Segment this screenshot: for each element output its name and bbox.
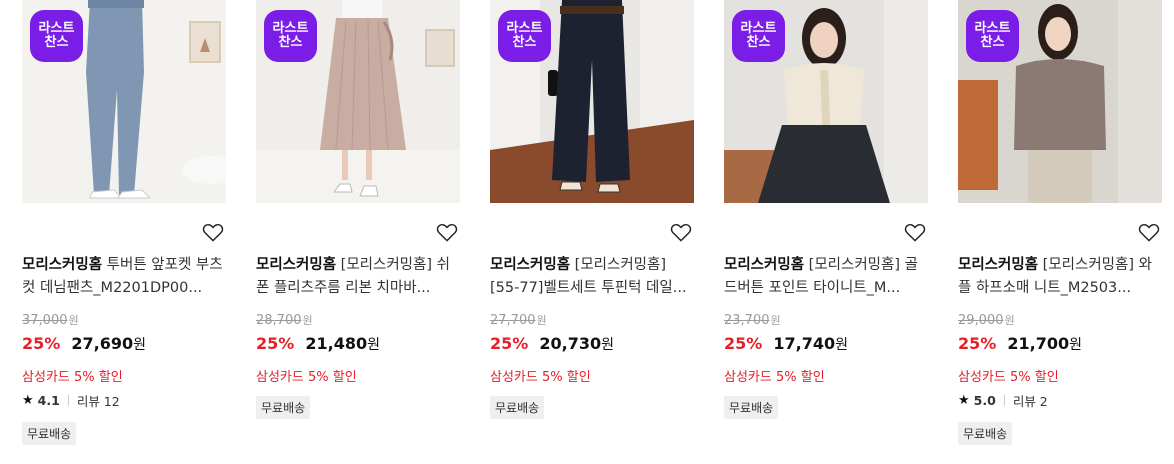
sale-price-row: 25% 27,690원 <box>22 334 146 354</box>
rating-row: ★ 4.1 리뷰 12 <box>22 391 120 410</box>
original-price: 28,700원 <box>256 312 313 328</box>
product-card[interactable]: 라스트 찬스 모리스커밍홈 [모리스커밍홈] 와플 하프소매 니트_M2503.… <box>958 0 1162 445</box>
product-thumbnail[interactable]: 라스트 찬스 <box>256 0 460 203</box>
product-title[interactable]: 모리스커밍홈 [모리스커밍홈] [55-77]벨트세트 투핀턱 데일... <box>490 254 694 300</box>
brand-name: 모리스커밍홈 <box>724 257 805 273</box>
product-title[interactable]: 모리스커밍홈 [모리스커밍홈] 와플 하프소매 니트_M2503... <box>958 254 1162 300</box>
won-unit: 원 <box>835 337 849 353</box>
product-thumbnail[interactable]: 라스트 찬스 <box>490 0 694 203</box>
original-price-value: 23,700 <box>724 313 770 328</box>
discount-rate: 25% <box>958 334 997 353</box>
rating-score: 4.1 <box>37 393 60 408</box>
product-thumbnail[interactable]: 라스트 찬스 <box>22 0 226 203</box>
sale-price-row: 25% 20,730원 <box>490 334 614 354</box>
last-chance-badge: 라스트 찬스 <box>264 10 317 62</box>
original-price-value: 28,700 <box>256 313 302 328</box>
sale-price-row: 25% 17,740원 <box>724 334 848 354</box>
brand-name: 모리스커밍홈 <box>958 257 1039 273</box>
original-price: 37,000원 <box>22 312 79 328</box>
product-card[interactable]: 라스트 찬스 모리스커밍홈 투버튼 앞포켓 부츠컷 데님팬츠_M2201DP00… <box>22 0 226 445</box>
last-chance-badge: 라스트 찬스 <box>498 10 551 62</box>
won-unit: 원 <box>133 337 147 353</box>
card-discount-text: 삼성카드 5% 할인 <box>958 370 1059 385</box>
review-count: 리뷰 12 <box>76 394 120 409</box>
product-title[interactable]: 모리스커밍홈 [모리스커밍홈] 골드버튼 포인트 타이니트_M... <box>724 254 928 300</box>
last-chance-badge: 라스트 찬스 <box>732 10 785 62</box>
free-shipping-tag: 무료배송 <box>256 396 311 419</box>
heart-icon[interactable] <box>670 222 692 242</box>
free-shipping-tag: 무료배송 <box>490 396 545 419</box>
won-unit: 원 <box>536 314 547 327</box>
free-shipping-tag: 무료배송 <box>22 422 77 445</box>
brand-name: 모리스커밍홈 <box>490 257 571 273</box>
product-title[interactable]: 모리스커밍홈 투버튼 앞포켓 부츠컷 데님팬츠_M2201DP00... <box>22 254 226 300</box>
last-chance-badge: 라스트 찬스 <box>966 10 1019 62</box>
discount-rate: 25% <box>22 334 61 353</box>
won-unit: 원 <box>302 314 313 327</box>
brand-name: 모리스커밍홈 <box>22 257 103 273</box>
free-shipping-tag: 무료배송 <box>958 422 1013 445</box>
sale-price: 20,730 <box>539 334 602 353</box>
won-unit: 원 <box>68 314 79 327</box>
card-discount-text: 삼성카드 5% 할인 <box>256 370 357 385</box>
heart-icon[interactable] <box>904 222 926 242</box>
product-card[interactable]: 라스트 찬스 모리스커밍홈 [모리스커밍홈] [55-77]벨트세트 투핀턱 데… <box>490 0 694 419</box>
won-unit: 원 <box>601 337 615 353</box>
heart-icon[interactable] <box>436 222 458 242</box>
divider <box>67 395 69 406</box>
discount-rate: 25% <box>256 334 295 353</box>
product-thumbnail[interactable]: 라스트 찬스 <box>958 0 1162 203</box>
original-price-value: 27,700 <box>490 313 536 328</box>
sale-price-row: 25% 21,700원 <box>958 334 1082 354</box>
discount-rate: 25% <box>724 334 763 353</box>
rating-score: 5.0 <box>973 393 996 408</box>
heart-icon[interactable] <box>1138 222 1160 242</box>
rating-row: ★ 5.0 리뷰 2 <box>958 391 1048 410</box>
original-price: 29,000원 <box>958 312 1015 328</box>
divider <box>1003 395 1005 406</box>
original-price-value: 37,000 <box>22 313 68 328</box>
original-price: 23,700원 <box>724 312 781 328</box>
last-chance-badge: 라스트 찬스 <box>30 10 83 62</box>
product-thumbnail[interactable]: 라스트 찬스 <box>724 0 928 203</box>
heart-icon[interactable] <box>202 222 224 242</box>
product-card[interactable]: 라스트 찬스 모리스커밍홈 [모리스커밍홈] 쉬폰 플리츠주름 리본 치마바..… <box>256 0 460 419</box>
sale-price-row: 25% 21,480원 <box>256 334 380 354</box>
brand-name: 모리스커밍홈 <box>256 257 337 273</box>
won-unit: 원 <box>1069 337 1083 353</box>
review-count: 리뷰 2 <box>1012 394 1048 409</box>
free-shipping-tag: 무료배송 <box>724 396 779 419</box>
won-unit: 원 <box>1004 314 1015 327</box>
card-discount-text: 삼성카드 5% 할인 <box>490 370 591 385</box>
product-title[interactable]: 모리스커밍홈 [모리스커밍홈] 쉬폰 플리츠주름 리본 치마바... <box>256 254 460 300</box>
discount-rate: 25% <box>490 334 529 353</box>
product-card[interactable]: 라스트 찬스 모리스커밍홈 [모리스커밍홈] 골드버튼 포인트 타이니트_M..… <box>724 0 928 419</box>
sale-price: 21,480 <box>305 334 368 353</box>
original-price: 27,700원 <box>490 312 547 328</box>
product-grid: 라스트 찬스 모리스커밍홈 투버튼 앞포켓 부츠컷 데님팬츠_M2201DP00… <box>0 0 1174 464</box>
sale-price: 21,700 <box>1007 334 1070 353</box>
sale-price: 17,740 <box>773 334 836 353</box>
won-unit: 원 <box>367 337 381 353</box>
star-icon: ★ <box>22 393 34 408</box>
star-icon: ★ <box>958 393 970 408</box>
card-discount-text: 삼성카드 5% 할인 <box>724 370 825 385</box>
won-unit: 원 <box>770 314 781 327</box>
original-price-value: 29,000 <box>958 313 1004 328</box>
card-discount-text: 삼성카드 5% 할인 <box>22 370 123 385</box>
sale-price: 27,690 <box>71 334 134 353</box>
